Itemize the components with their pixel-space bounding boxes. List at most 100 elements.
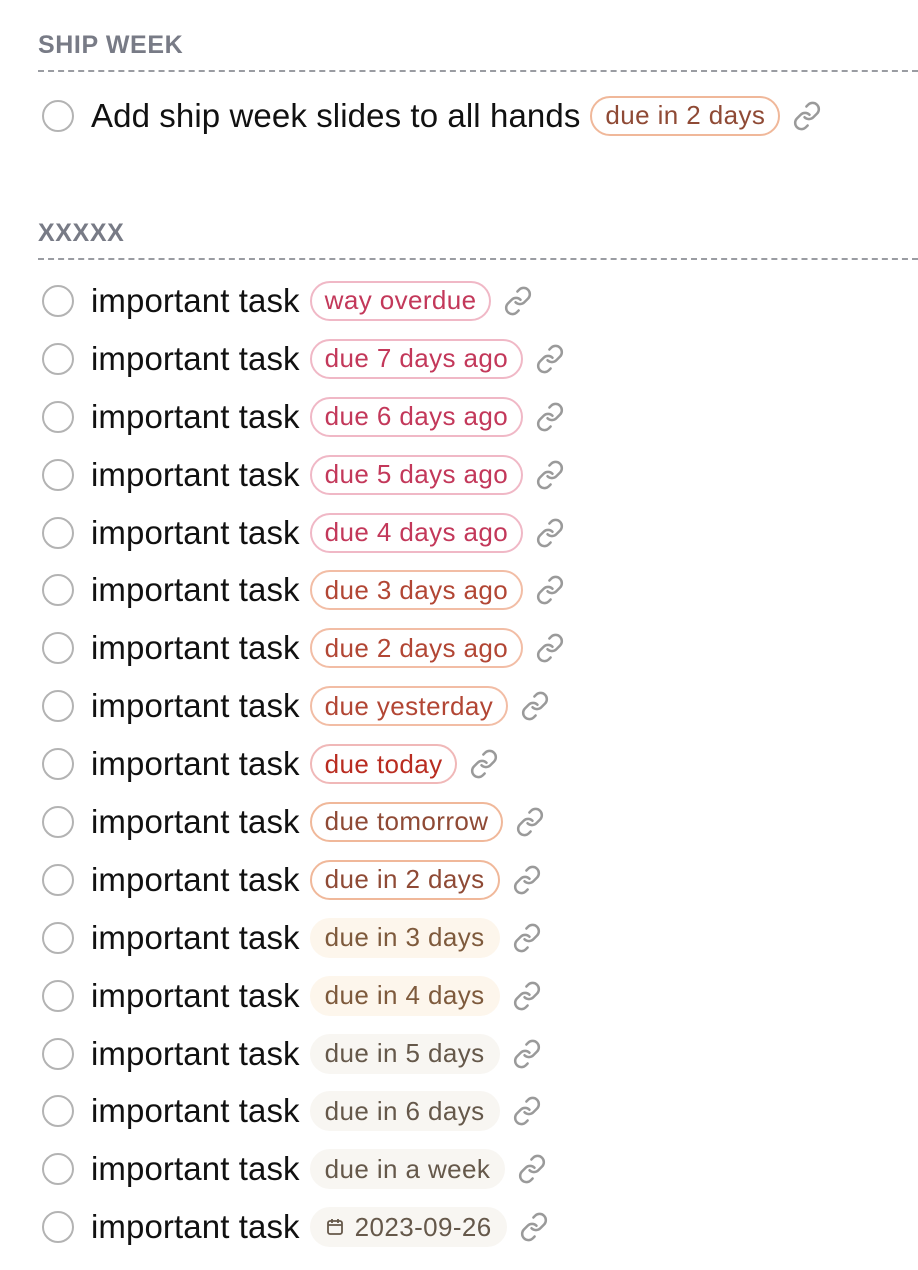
task-title[interactable]: important task: [91, 1208, 300, 1246]
due-date-badge[interactable]: due in 2 days: [309, 859, 500, 900]
task-list: Add ship week slides to all hands due in…: [38, 87, 918, 145]
task-row: important task due in 5 days: [38, 1025, 918, 1083]
due-date-badge[interactable]: due in 6 days: [309, 1091, 500, 1132]
due-date-text: due in a week: [324, 1153, 491, 1184]
link-icon[interactable]: [535, 633, 565, 663]
task-row: important task way overdue: [38, 272, 918, 330]
due-date-badge[interactable]: due 5 days ago: [309, 454, 524, 495]
task-title[interactable]: important task: [91, 514, 300, 552]
link-icon[interactable]: [535, 402, 565, 432]
due-date-badge[interactable]: due in 2 days: [590, 95, 781, 136]
task-title[interactable]: important task: [91, 282, 300, 320]
task-title[interactable]: important task: [91, 687, 300, 725]
task-checkbox[interactable]: [42, 516, 74, 549]
task-title[interactable]: Add ship week slides to all hands: [91, 97, 580, 135]
task-checkbox[interactable]: [42, 805, 74, 838]
due-date-text: way overdue: [324, 285, 477, 316]
due-date-badge[interactable]: due in 5 days: [309, 1033, 500, 1074]
task-checkbox[interactable]: [42, 921, 74, 954]
task-title[interactable]: important task: [91, 1035, 300, 1073]
due-date-badge[interactable]: due in 4 days: [309, 975, 500, 1016]
task-title[interactable]: important task: [91, 456, 300, 494]
task-title[interactable]: important task: [91, 340, 300, 378]
task-title[interactable]: important task: [91, 1150, 300, 1188]
task-title[interactable]: important task: [91, 629, 300, 667]
due-date-badge[interactable]: due in 3 days: [309, 917, 500, 958]
link-icon[interactable]: [535, 344, 565, 374]
due-date-badge[interactable]: due 7 days ago: [309, 338, 524, 379]
task-checkbox[interactable]: [42, 342, 74, 375]
due-date-badge[interactable]: due in a week: [309, 1149, 506, 1190]
task-title[interactable]: important task: [91, 1092, 300, 1130]
task-row: important task due 5 days ago: [38, 446, 918, 504]
task-checkbox[interactable]: [42, 748, 74, 781]
link-icon[interactable]: [792, 101, 822, 131]
due-date-badge[interactable]: due tomorrow: [309, 801, 504, 842]
task-checkbox[interactable]: [42, 1037, 74, 1070]
link-icon[interactable]: [535, 518, 565, 548]
due-date-text: due in 6 days: [324, 1095, 485, 1126]
task-row: important task due yesterday: [38, 677, 918, 735]
task-checkbox[interactable]: [42, 632, 74, 665]
section-divider: [38, 258, 918, 260]
task-checkbox[interactable]: [42, 99, 74, 132]
task-checkbox[interactable]: [42, 1211, 74, 1244]
due-date-text: due 7 days ago: [324, 343, 509, 374]
task-row: important task due 4 days ago: [38, 504, 918, 562]
link-icon[interactable]: [512, 1039, 542, 1069]
task-checkbox[interactable]: [42, 400, 74, 433]
link-icon[interactable]: [517, 1154, 547, 1184]
due-date-badge[interactable]: due today: [309, 744, 458, 785]
task-title[interactable]: important task: [91, 571, 300, 609]
link-icon[interactable]: [515, 807, 545, 837]
link-icon[interactable]: [520, 691, 550, 721]
task-title[interactable]: important task: [91, 977, 300, 1015]
task-checkbox[interactable]: [42, 690, 74, 723]
task-title[interactable]: important task: [91, 919, 300, 957]
due-date-text: due in 2 days: [324, 864, 485, 895]
task-title[interactable]: important task: [91, 398, 300, 436]
due-date-badge[interactable]: due 4 days ago: [309, 512, 524, 553]
due-date-badge[interactable]: way overdue: [309, 280, 492, 321]
task-checkbox[interactable]: [42, 574, 74, 607]
link-icon[interactable]: [535, 460, 565, 490]
due-date-text: due in 3 days: [324, 922, 485, 953]
link-icon[interactable]: [535, 575, 565, 605]
link-icon[interactable]: [469, 749, 499, 779]
task-row: important task due 6 days ago: [38, 388, 918, 446]
task-list: important task way overdue important task d…: [38, 272, 918, 1256]
due-date-badge[interactable]: due 3 days ago: [309, 570, 524, 611]
link-icon[interactable]: [512, 865, 542, 895]
link-icon[interactable]: [512, 981, 542, 1011]
link-icon[interactable]: [512, 923, 542, 953]
due-date-badge[interactable]: due 2 days ago: [309, 628, 524, 669]
task-title[interactable]: important task: [91, 745, 300, 783]
task-row: important task due in 3 days: [38, 909, 918, 967]
due-date-text: due 2 days ago: [324, 632, 509, 663]
link-icon[interactable]: [519, 1212, 549, 1242]
due-date-badge[interactable]: due yesterday: [309, 686, 509, 727]
task-title[interactable]: important task: [91, 861, 300, 899]
task-row: important task due in 4 days: [38, 967, 918, 1025]
due-date-text: 2023-09-26: [354, 1211, 492, 1242]
task-row: important task due today: [38, 735, 918, 793]
section-ship-week: SHIP WEEK Add ship week slides to all ha…: [38, 30, 918, 145]
link-icon[interactable]: [503, 286, 533, 316]
due-date-badge[interactable]: 2023-09-26: [309, 1207, 507, 1248]
task-checkbox[interactable]: [42, 863, 74, 896]
task-row: important task due in 6 days: [38, 1082, 918, 1140]
task-checkbox[interactable]: [42, 979, 74, 1012]
task-title[interactable]: important task: [91, 803, 300, 841]
due-date-badge[interactable]: due 6 days ago: [309, 396, 524, 437]
due-date-text: due today: [324, 748, 443, 779]
section-divider: [38, 70, 918, 72]
due-date-text: due in 4 days: [324, 980, 485, 1011]
task-checkbox[interactable]: [42, 284, 74, 317]
task-checkbox[interactable]: [42, 458, 74, 491]
link-icon[interactable]: [512, 1096, 542, 1126]
task-checkbox[interactable]: [42, 1153, 74, 1186]
task-checkbox[interactable]: [42, 1095, 74, 1128]
task-row: Add ship week slides to all hands due in…: [38, 87, 918, 145]
task-row: important task due 2 days ago: [38, 619, 918, 677]
task-row: important task due in a week: [38, 1140, 918, 1198]
